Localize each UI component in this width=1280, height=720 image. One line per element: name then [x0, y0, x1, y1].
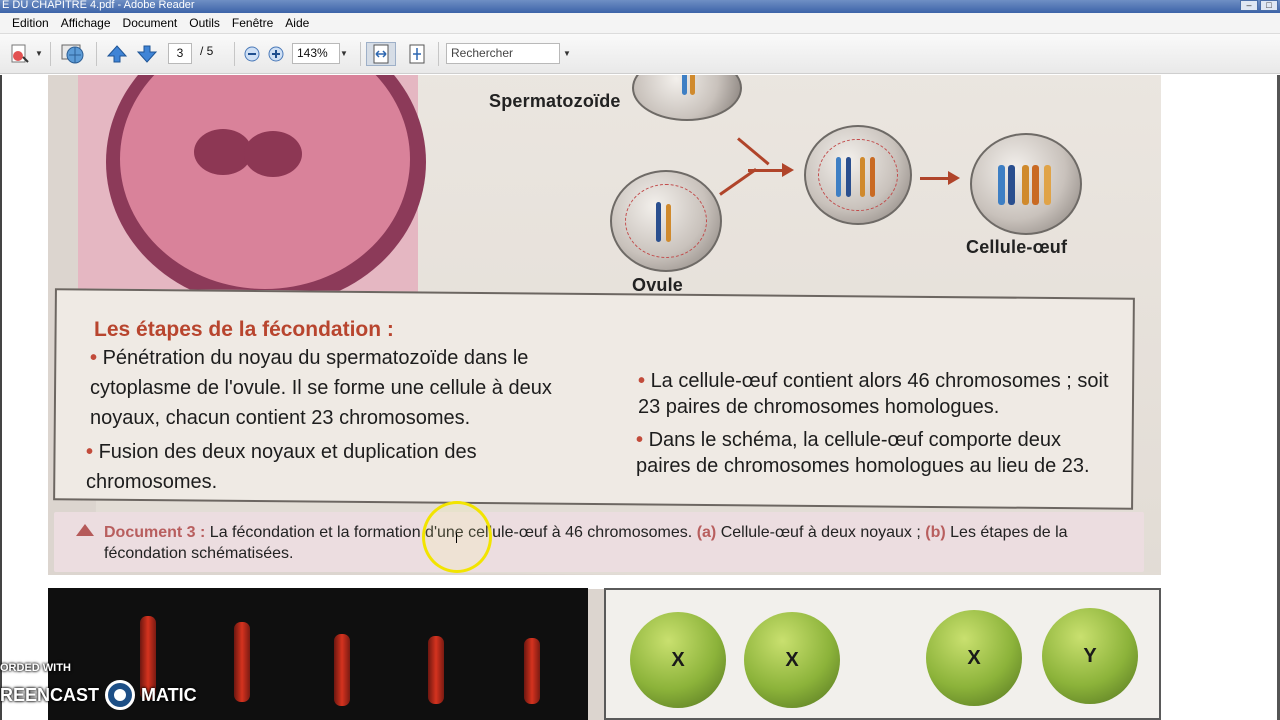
- minimize-button[interactable]: –: [1240, 0, 1258, 11]
- sperm-label: Spermatozoïde: [489, 91, 621, 111]
- step-right-1: • La cellule-œuf contient alors 46 chrom…: [638, 368, 1118, 420]
- watermark-text-a: REENCAST: [0, 684, 100, 705]
- chromosome-photo: [428, 636, 444, 704]
- window-controls: – □: [1240, 0, 1278, 11]
- chromosome-photo: [334, 634, 350, 706]
- toolbar-separator: [96, 42, 97, 66]
- arrow-to-fusion-head: [782, 163, 794, 177]
- arrow-down-icon: [136, 45, 158, 63]
- page-gap: [48, 575, 1161, 589]
- toolbar-separator: [50, 42, 51, 66]
- step-right-2: • Dans le schéma, la cellule-œuf comport…: [636, 427, 1118, 479]
- next-page-button[interactable]: [134, 42, 160, 66]
- create-pdf-dropdown[interactable]: ▼: [33, 43, 45, 64]
- arrow-to-zygote-head: [948, 171, 960, 185]
- menu-outils[interactable]: Outils: [183, 13, 226, 34]
- chromosome-ball: X: [926, 610, 1022, 706]
- globe-icon: [61, 44, 84, 64]
- step-left-2-text: Fusion des deux noyaux et duplication de…: [86, 441, 477, 493]
- nucleus-right: [244, 131, 302, 177]
- fit-page-icon: [373, 44, 389, 64]
- previous-page-button[interactable]: [104, 42, 130, 66]
- caption-doc-label: Document 3 :: [104, 524, 206, 541]
- text-cursor-icon: [456, 533, 457, 543]
- search-dropdown[interactable]: ▼: [561, 43, 573, 64]
- viewer-left-border: [0, 75, 2, 720]
- cursor-highlight: [422, 501, 492, 573]
- chromosome-ball: X: [744, 612, 840, 708]
- zygote-label: Cellule-œuf: [966, 237, 1068, 257]
- share-button[interactable]: [58, 42, 88, 66]
- zoom-in-button[interactable]: [266, 42, 286, 66]
- watermark-line2: REENCAST MATIC: [0, 680, 197, 710]
- fusion-cell-diagram: [804, 125, 912, 225]
- caption-a-label: (a): [696, 524, 717, 541]
- fit-width-button[interactable]: [366, 42, 396, 66]
- steps-title: Les étapes de la fécondation :: [94, 318, 394, 341]
- fit-window-button[interactable]: [404, 42, 430, 66]
- page-total: / 5: [200, 44, 214, 58]
- caption-b-label: (b): [925, 524, 946, 541]
- step-left-1: • Pénétration du noyau du spermatozoïde …: [90, 343, 610, 433]
- create-pdf-button[interactable]: [6, 42, 34, 66]
- toolbar: ▼ 3 / 5 143% ▼ Rechercher ▼: [0, 34, 1280, 74]
- page-number-input[interactable]: 3: [168, 43, 192, 64]
- fit-window-icon: [409, 44, 425, 64]
- menu-fenetre[interactable]: Fenêtre: [226, 13, 279, 34]
- bullet-icon: •: [86, 441, 99, 463]
- menu-edition[interactable]: Edition: [6, 13, 55, 34]
- window-title: E DU CHAPITRE 4.pdf - Adobe Reader: [2, 0, 195, 11]
- zoom-dropdown[interactable]: ▼: [338, 43, 350, 64]
- title-bar: E DU CHAPITRE 4.pdf - Adobe Reader – □: [0, 0, 1280, 13]
- chromosome-ball: Y: [1042, 608, 1138, 704]
- chromosome-ball: X: [630, 612, 726, 708]
- ovule-diagram: [610, 170, 722, 272]
- sex-chromosome-panel: X X X Y: [604, 588, 1161, 720]
- watermark-line1: ORDED WITH: [0, 662, 71, 674]
- caption-text-2: Cellule-œuf à deux noyaux ;: [720, 524, 921, 541]
- menu-document[interactable]: Document: [117, 13, 184, 34]
- arrow-to-fusion: [748, 169, 784, 172]
- zoom-in-icon: [268, 46, 284, 62]
- menu-bar: Edition Affichage Document Outils Fenêtr…: [0, 13, 1280, 34]
- step-left-2: • Fusion des deux noyaux et duplication …: [86, 437, 608, 497]
- toolbar-separator: [438, 42, 439, 66]
- zoom-out-button[interactable]: [242, 42, 262, 66]
- arrow-to-zygote: [920, 177, 950, 180]
- chromosome-photo: [524, 638, 540, 704]
- toolbar-separator: [234, 42, 235, 66]
- bullet-icon: •: [636, 429, 649, 451]
- bullet-icon: •: [638, 370, 651, 392]
- zygote-diagram: [970, 133, 1082, 235]
- create-pdf-icon: [11, 44, 29, 63]
- adobe-reader-window: E DU CHAPITRE 4.pdf - Adobe Reader – □ E…: [0, 0, 1280, 720]
- menu-affichage[interactable]: Affichage: [55, 13, 117, 34]
- zoom-level-input[interactable]: 143%: [292, 43, 340, 64]
- toolbar-separator: [360, 42, 361, 66]
- document-caption: Document 3 : La fécondation et la format…: [104, 522, 1144, 564]
- step-right-2-text: Dans le schéma, la cellule-œuf comporte …: [636, 429, 1090, 477]
- screencast-watermark: ORDED WITH REENCAST MATIC: [0, 658, 200, 720]
- watermark-text-b: MATIC: [141, 684, 197, 705]
- arrow-up-icon: [106, 45, 128, 63]
- zoom-out-icon: [244, 46, 260, 62]
- bullet-icon: •: [90, 347, 103, 369]
- step-right-1-text: La cellule-œuf contient alors 46 chromos…: [638, 370, 1109, 418]
- search-input[interactable]: Rechercher: [446, 43, 560, 64]
- step-left-1-text: Pénétration du noyau du spermatozoïde da…: [90, 347, 552, 429]
- chromosome-photo: [234, 622, 250, 702]
- pdf-page: Spermatozoïde Ovule Cellule-œuf Les étap…: [48, 75, 1161, 720]
- screencast-logo-icon: [105, 680, 136, 710]
- maximize-button[interactable]: □: [1260, 0, 1278, 11]
- caption-triangle-icon: [76, 524, 94, 536]
- menu-aide[interactable]: Aide: [279, 13, 315, 34]
